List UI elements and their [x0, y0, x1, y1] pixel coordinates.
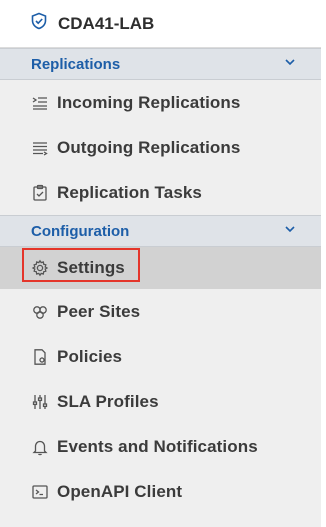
org-header[interactable]: CDA41-LAB: [0, 0, 321, 48]
section-configuration-label: Configuration: [31, 222, 130, 240]
nav-item-label: Events and Notifications: [57, 436, 258, 456]
nav-item-label: Outgoing Replications: [57, 137, 241, 157]
bell-icon: [31, 438, 49, 456]
nav-item-incoming-replications[interactable]: Incoming Replications: [0, 80, 321, 125]
nav-item-peer-sites[interactable]: Peer Sites: [0, 289, 321, 334]
policy-icon: [31, 348, 49, 366]
terminal-icon: [31, 483, 49, 501]
shield-check-icon: [30, 12, 58, 35]
gear-icon: [31, 259, 49, 277]
nav-item-label: Peer Sites: [57, 301, 141, 321]
nav-item-sla-profiles[interactable]: SLA Profiles: [0, 379, 321, 424]
nav-item-label: Incoming Replications: [57, 92, 241, 112]
nav-item-outgoing-replications[interactable]: Outgoing Replications: [0, 125, 321, 170]
nav-item-replication-tasks[interactable]: Replication Tasks: [0, 170, 321, 215]
clipboard-check-icon: [31, 184, 49, 202]
incoming-list-icon: [31, 94, 49, 112]
section-configuration[interactable]: Configuration: [0, 215, 321, 247]
nav-item-settings[interactable]: Settings: [0, 247, 321, 289]
nav-item-label: Policies: [57, 346, 123, 366]
nav-item-openapi-client[interactable]: OpenAPI Client: [0, 469, 321, 514]
nav-item-policies[interactable]: Policies: [0, 334, 321, 379]
org-name: CDA41-LAB: [58, 13, 155, 33]
chevron-down-icon: [283, 55, 297, 74]
nav-item-label: OpenAPI Client: [57, 481, 183, 501]
section-replications[interactable]: Replications: [0, 48, 321, 80]
nav-item-label: Settings: [57, 258, 125, 277]
sliders-icon: [31, 393, 49, 411]
nav-item-label: Replication Tasks: [57, 182, 202, 202]
peer-sites-icon: [31, 303, 49, 321]
section-replications-label: Replications: [31, 55, 121, 73]
nav-item-label: SLA Profiles: [57, 391, 159, 411]
left-nav-panel: CDA41-LAB Replications Incoming Replicat…: [0, 0, 322, 527]
nav-item-events-and-notifications[interactable]: Events and Notifications: [0, 424, 321, 469]
chevron-down-icon: [283, 222, 297, 241]
outgoing-list-icon: [31, 139, 49, 157]
panel-edge: [321, 0, 326, 527]
